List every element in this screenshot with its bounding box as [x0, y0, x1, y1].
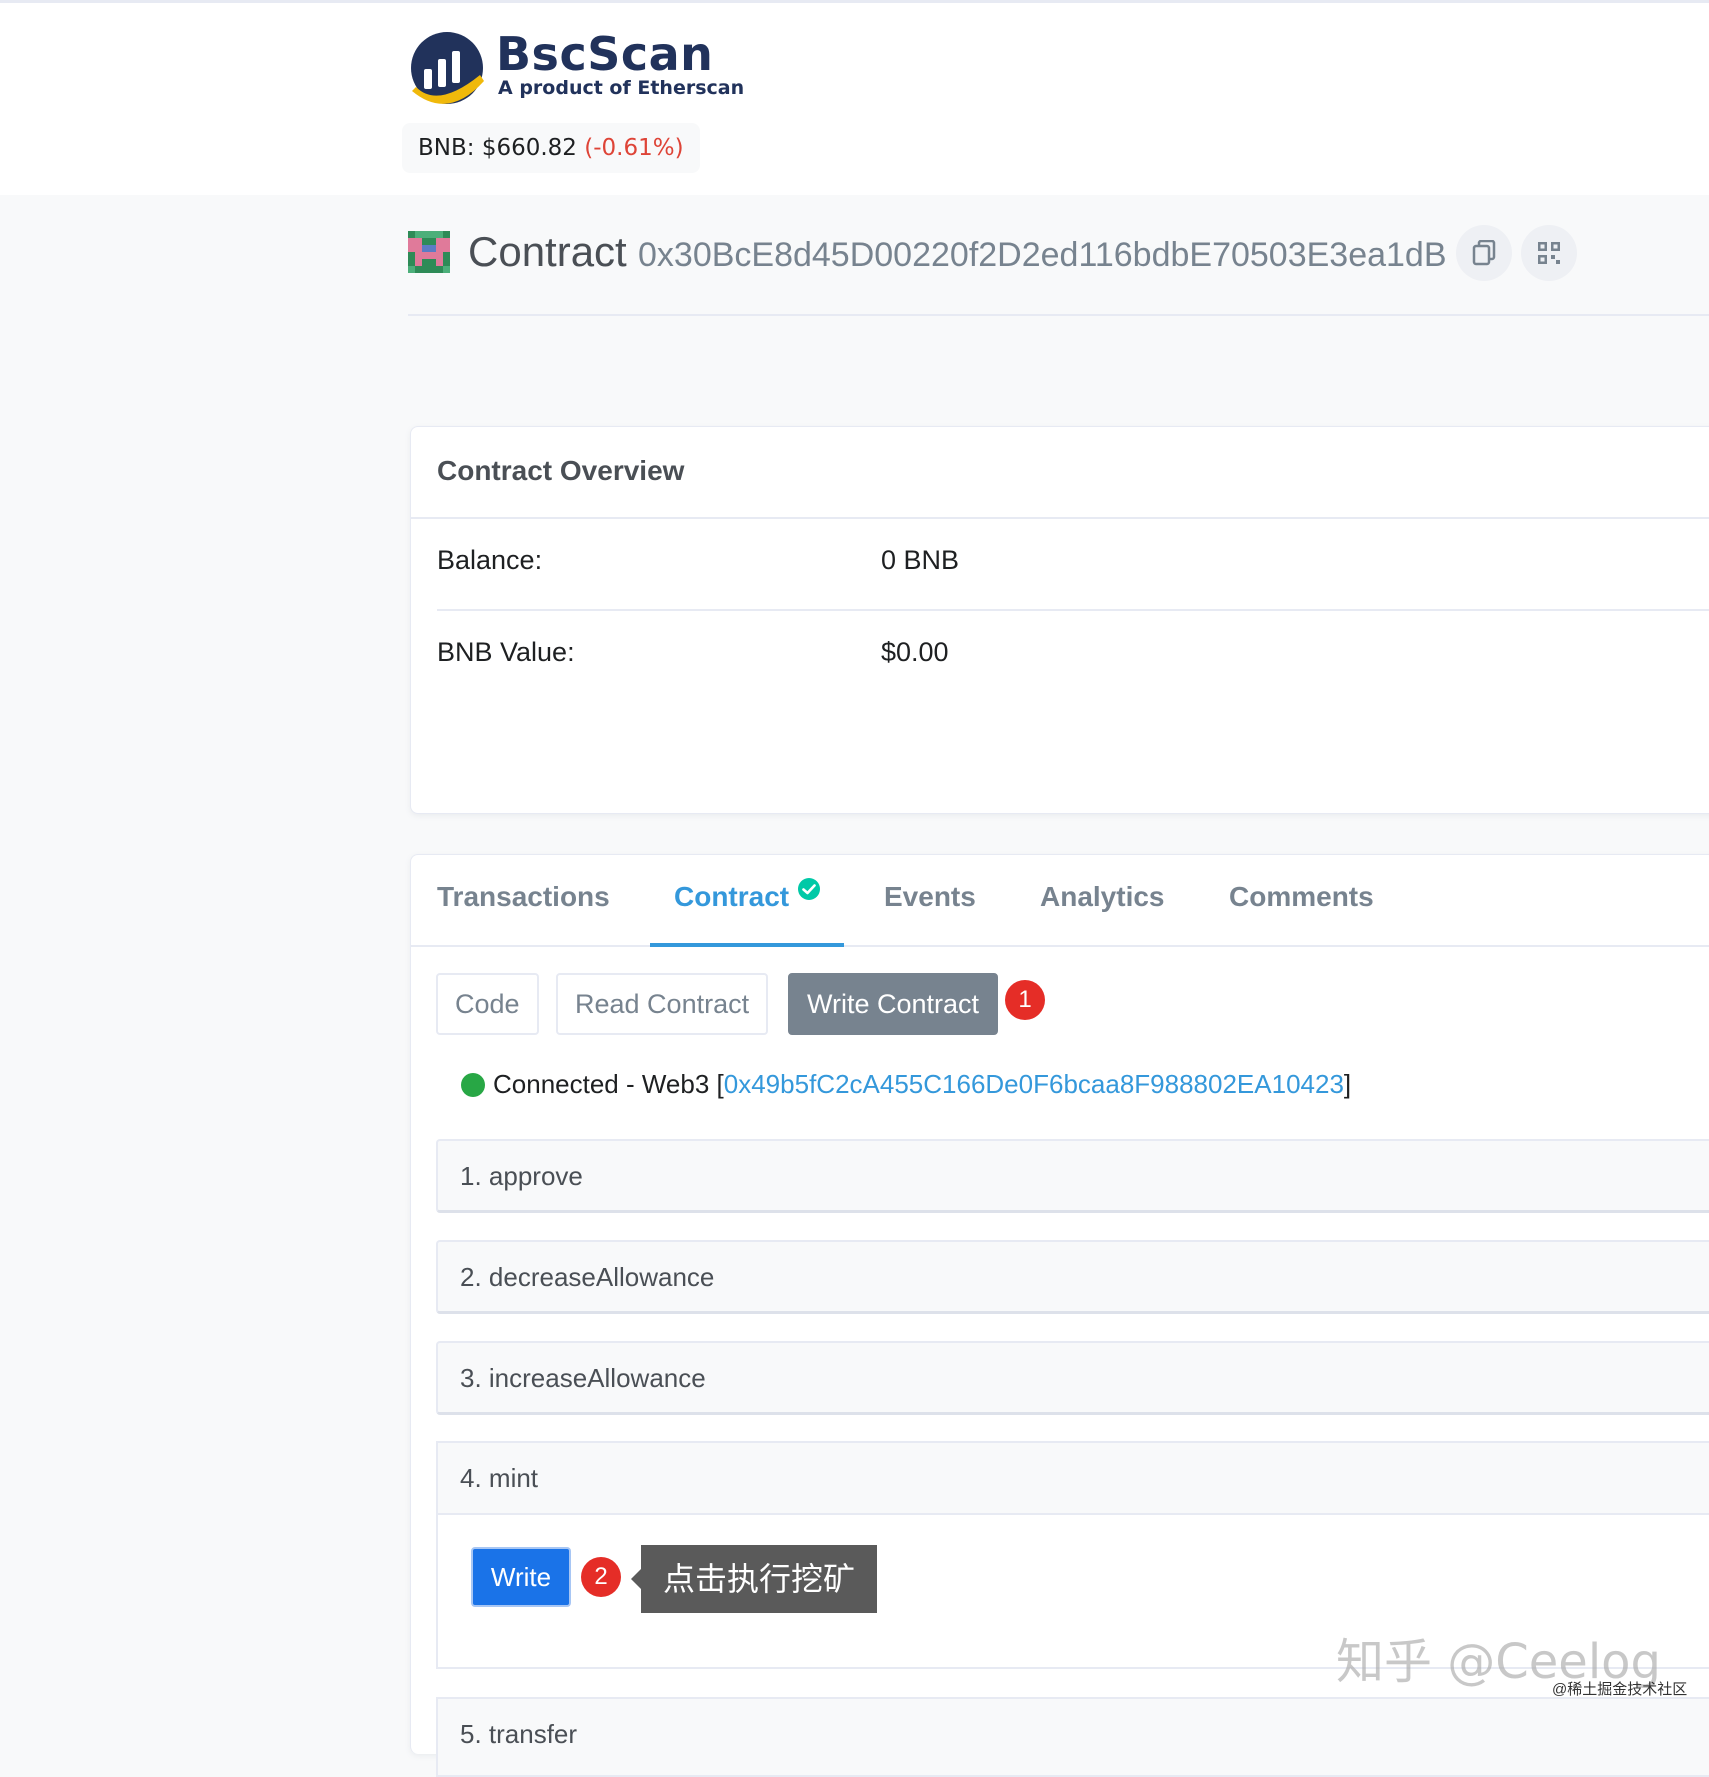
overview-header: Contract Overview — [411, 427, 1709, 519]
read-contract-button[interactable]: Read Contract — [556, 973, 769, 1035]
bscscan-logo-icon — [411, 32, 484, 104]
function-label: 4. mint — [460, 1463, 539, 1493]
contract-address: 0x30BcE8d45D00220f2D2ed116bdbE70503E3ea1… — [638, 236, 1447, 274]
copy-address-button[interactable] — [1456, 225, 1512, 281]
qr-code-icon — [1538, 242, 1560, 264]
connected-wallet-link[interactable]: 0x49b5fC2cA455C166De0F6bcaa8F988802EA104… — [724, 1069, 1344, 1099]
brand-name: BscScan — [496, 27, 714, 81]
function-label: 5. transfer — [460, 1719, 578, 1749]
tab-bar: Transactions Contract Events Analytics C… — [411, 855, 1709, 947]
step-badge-1: 1 — [1005, 980, 1045, 1020]
bnb-value-value: $0.00 — [881, 637, 949, 667]
function-transfer[interactable]: 5. transfer — [436, 1697, 1709, 1777]
brand-tagline: A product of Etherscan — [498, 77, 745, 99]
page-title: Contract — [468, 228, 627, 275]
tab-comments[interactable]: Comments — [1229, 881, 1374, 913]
web3-status-text: Connected - Web3 [ — [493, 1069, 724, 1099]
function-mint-header[interactable]: 4. mint — [438, 1443, 1709, 1515]
bnb-price-label: BNB: $660.82 — [418, 135, 577, 161]
bnb-value-row: BNB Value: $0.00 — [437, 611, 1709, 703]
write-contract-button[interactable]: Write Contract — [788, 973, 999, 1035]
tab-contract[interactable]: Contract — [674, 881, 789, 913]
tab-transactions[interactable]: Transactions — [437, 881, 610, 913]
verified-check-icon — [798, 878, 820, 900]
active-tab-indicator — [650, 943, 844, 947]
bscscan-logo[interactable]: BscScan A product of Etherscan — [408, 25, 744, 109]
function-approve[interactable]: 1. approve — [436, 1139, 1709, 1213]
overview-title: Contract Overview — [437, 455, 685, 486]
function-label: 3. increaseAllowance — [460, 1363, 706, 1393]
bnb-value-label: BNB Value: — [437, 637, 575, 667]
copy-icon — [1472, 240, 1496, 266]
web3-connection-status: Connected - Web3 [0x49b5fC2cA455C166De0F… — [461, 1069, 1351, 1100]
balance-label: Balance: — [437, 545, 543, 575]
function-increase-allowance[interactable]: 3. increaseAllowance — [436, 1341, 1709, 1415]
balance-row: Balance: 0 BNB — [437, 519, 1709, 611]
code-button[interactable]: Code — [436, 973, 539, 1035]
annotation-tooltip: 点击执行挖矿 — [630, 1545, 878, 1613]
connected-dot-icon — [461, 1073, 485, 1097]
tab-analytics[interactable]: Analytics — [1040, 881, 1165, 913]
tab-events[interactable]: Events — [884, 881, 976, 913]
bnb-price-change: (-0.61%) — [584, 135, 684, 161]
mint-write-button[interactable]: Write — [471, 1547, 571, 1607]
contract-tabs-card: Transactions Contract Events Analytics C… — [410, 854, 1709, 1777]
web3-bracket: ] — [1343, 1069, 1352, 1099]
step-badge-2: 2 — [581, 1557, 621, 1597]
title-divider — [408, 314, 1709, 316]
contract-overview-card: Contract Overview Balance: 0 BNB BNB Val… — [410, 426, 1709, 814]
function-decrease-allowance[interactable]: 2. decreaseAllowance — [436, 1240, 1709, 1314]
function-label: 1. approve — [460, 1161, 583, 1191]
site-header: BscScan A product of Etherscan BNB: $660… — [0, 3, 1709, 195]
balance-value: 0 BNB — [881, 545, 960, 575]
bnb-price[interactable]: BNB: $660.82 (-0.61%) — [402, 123, 700, 173]
contract-title-row: Contract 0x30BcE8d45D00220f2D2ed116bdbE7… — [408, 225, 1709, 291]
contract-avatar-icon — [408, 231, 450, 273]
function-label: 2. decreaseAllowance — [460, 1262, 715, 1292]
watermark-sub: @稀土掘金技术社区 — [1552, 1681, 1688, 1698]
qr-code-button[interactable] — [1521, 225, 1577, 281]
